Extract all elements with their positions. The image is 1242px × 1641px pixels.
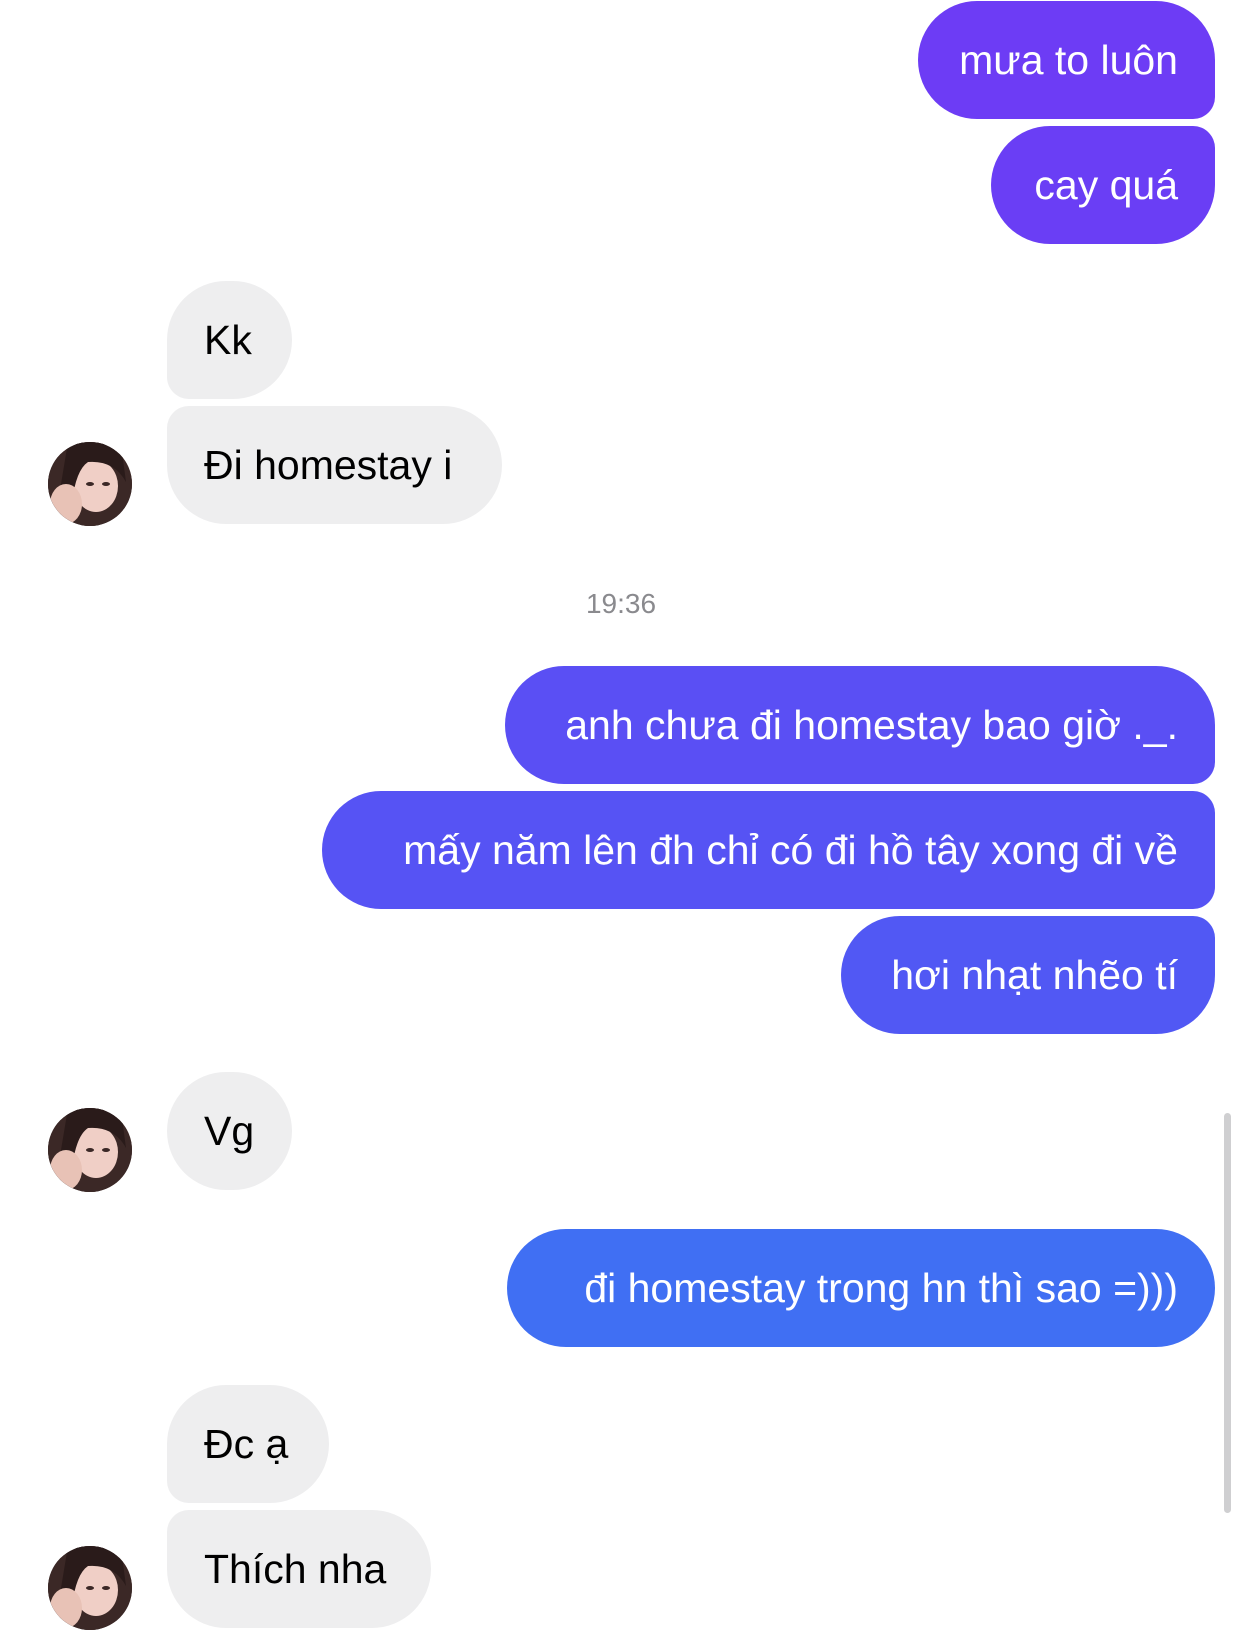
- sent-message-bubble[interactable]: đi homestay trong hn thì sao =))): [507, 1229, 1215, 1347]
- scrollbar-thumb[interactable]: [1224, 1113, 1231, 1513]
- contact-avatar-photo: [48, 442, 132, 526]
- received-message-bubble[interactable]: Đc ạ: [167, 1385, 329, 1503]
- received-message-bubble[interactable]: Thích nha: [167, 1510, 431, 1628]
- message-timestamp: 19:36: [585, 588, 657, 619]
- contact-avatar-photo: [48, 1546, 132, 1630]
- contact-avatar-icon[interactable]: [48, 1108, 132, 1192]
- contact-avatar-icon[interactable]: [48, 1546, 132, 1630]
- sent-message-bubble[interactable]: anh chưa đi homestay bao giờ ._.: [505, 666, 1215, 784]
- contact-avatar-photo: [48, 1108, 132, 1192]
- sent-message-bubble[interactable]: hơi nhạt nhẽo tí: [841, 916, 1215, 1034]
- sent-message-bubble[interactable]: cay quá: [991, 126, 1215, 244]
- contact-avatar-icon[interactable]: [48, 442, 132, 526]
- received-message-bubble[interactable]: Kk: [167, 281, 292, 399]
- sent-message-bubble[interactable]: mưa to luôn: [918, 1, 1215, 119]
- received-message-bubble[interactable]: Đi homestay i: [167, 406, 502, 524]
- sent-message-bubble[interactable]: mấy năm lên đh chỉ có đi hồ tây xong đi …: [322, 791, 1215, 909]
- received-message-bubble[interactable]: Vg: [167, 1072, 292, 1190]
